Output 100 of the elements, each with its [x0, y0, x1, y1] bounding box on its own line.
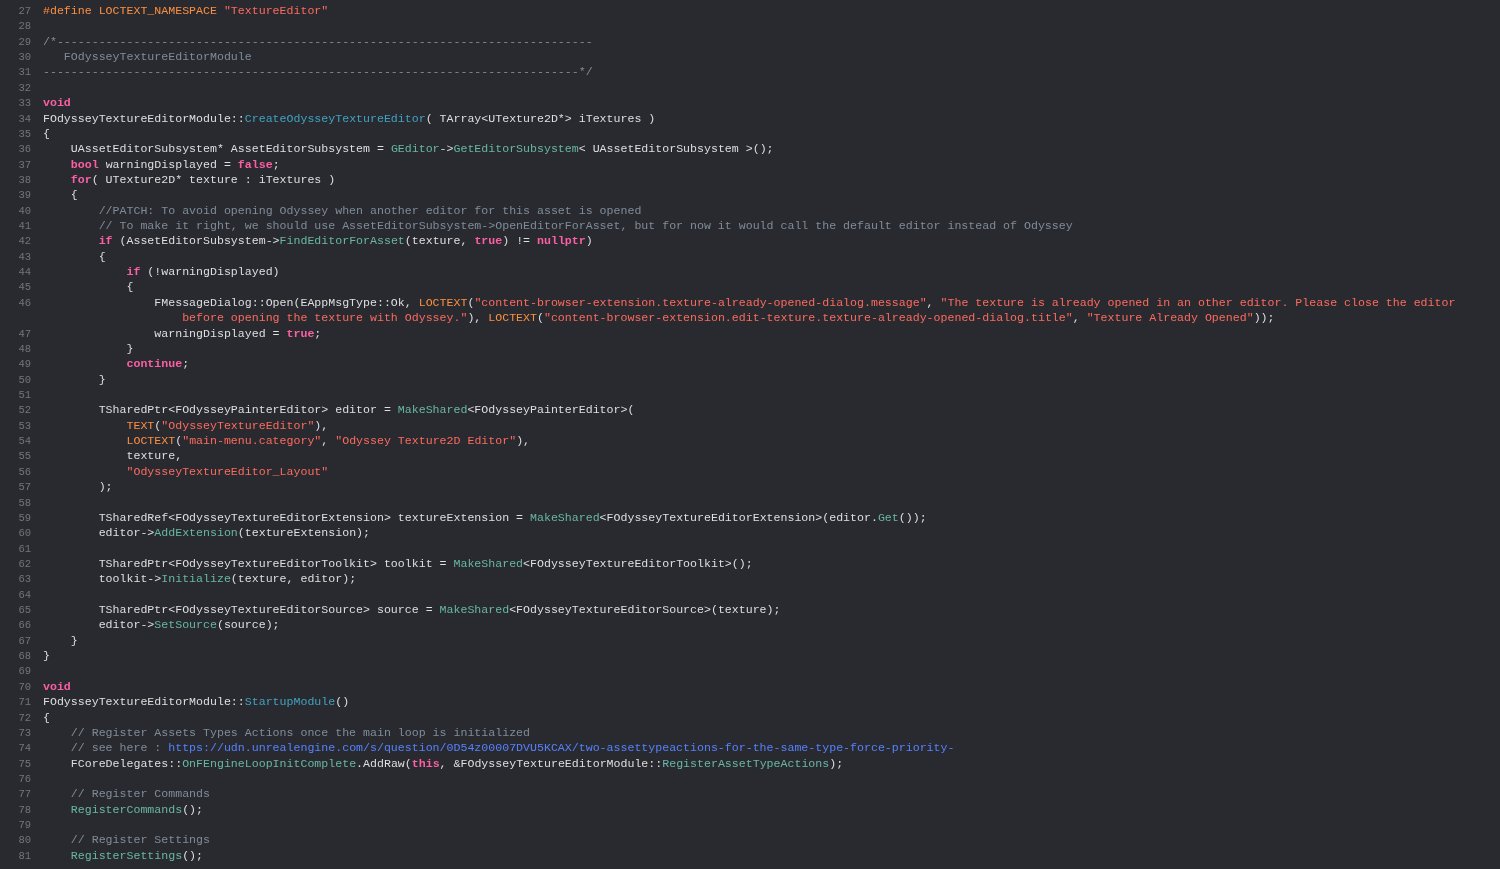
code-line: // see here : https://udn.unrealengine.com/s/question/0D54z00007DVU5KCAX/two-assettypeactions-for-the-same-type-force-priority- [69, 740, 955, 756]
line-number: 42 [18, 235, 31, 248]
code-line: { [125, 279, 134, 295]
code-line: // Register Commands [69, 786, 210, 802]
code-line: /*----------------------------------------------------------------------------- [43, 33, 593, 50]
line-number: 49 [18, 358, 31, 371]
line-number: 67 [18, 634, 31, 647]
code-line: ); [97, 479, 113, 495]
line-number: 47 [18, 327, 31, 340]
code-line: toolkit->Initialize(texture, editor); [97, 571, 357, 587]
code-line: } [125, 340, 134, 357]
line-number: 55 [18, 450, 31, 463]
line-number: 65 [18, 604, 31, 616]
code-line: TSharedPtr<FOdysseyPainterEditor> editor = MakeShared<FOdysseyPainterEditor>( [97, 402, 635, 418]
line-number: 63 [18, 573, 31, 586]
code-line: FCoreDelegates::OnFEngineLoopInitComplete.AddRaw(this, &FOdysseyTextureEditorModule::RegisterAssetTypeActions); [69, 755, 844, 771]
line-number: 73 [18, 726, 31, 739]
code-line: { [43, 709, 50, 725]
line-number: 77 [18, 788, 31, 801]
line-number: 44 [18, 266, 31, 279]
code-line: -----------------------------------------------------------------------------*/ [43, 64, 593, 80]
code-line: editor->SetSource(source); [97, 617, 280, 633]
line-number: 51 [18, 389, 31, 401]
line-number: 45 [18, 281, 31, 294]
line-number: 79 [18, 819, 31, 832]
line-number: 58 [18, 496, 31, 509]
line-number: 28 [18, 20, 31, 33]
code-line: continue; [125, 356, 190, 372]
line-number: 80 [18, 834, 31, 847]
code-line: void [43, 678, 71, 695]
line-number: 57 [18, 481, 31, 494]
line-number: 75 [18, 757, 31, 770]
code-line: FMessageDialog::Open(EAppMsgType::Ok, LOCTEXT("content-browser-extension.texture-already-opened-dialog.message", "The texture is already opened in an other editor. Please close the editor [153, 294, 1456, 311]
code-line: if (!warningDisplayed) [125, 264, 280, 280]
line-number: 37 [18, 158, 31, 171]
line-number: 61 [18, 542, 31, 555]
code-line: } [97, 371, 106, 387]
line-number: 46 [18, 296, 31, 309]
line-number: 35 [18, 127, 31, 140]
code-line: bool warningDisplayed = false; [69, 156, 280, 172]
line-number: 74 [18, 742, 31, 755]
line-number: 32 [18, 81, 31, 94]
code-line: // Register Assets Types Actions once the main loop is initialized [69, 724, 531, 741]
line-number: 34 [18, 112, 31, 125]
line-number: 54 [18, 435, 31, 448]
code-line: "OdysseyTextureEditor_Layout" [125, 463, 329, 480]
line-number: 56 [18, 465, 31, 478]
line-number: 70 [18, 680, 31, 693]
line-number: 39 [18, 189, 31, 202]
code-line: } [43, 648, 50, 664]
code-line: // To make it right, we should use AssetEditorSubsystem->OpenEditorForAsset, but for now it would call the default editor instead of Odyssey [97, 218, 1073, 234]
line-number: 64 [18, 588, 31, 601]
code-line: TSharedPtr<FOdysseyTextureEditorSource> source = MakeShared<FOdysseyTextureEditorSource>(texture); [97, 602, 781, 618]
code-line: void [43, 95, 71, 111]
line-number: 29 [18, 35, 31, 48]
code-line: TSharedPtr<FOdysseyTextureEditorToolkit> toolkit = MakeShared<FOdysseyTextureEditorToolkit>(); [97, 555, 753, 572]
code-line: FOdysseyTextureEditorModule [62, 49, 252, 65]
line-number: 40 [18, 204, 31, 217]
line-number: 76 [18, 772, 31, 785]
code-line: LOCTEXT("main-menu.category", "Odyssey Texture2D Editor"), [125, 433, 531, 449]
code-line: texture, [125, 448, 183, 464]
line-number: 41 [18, 220, 31, 233]
code-line: warningDisplayed = true; [153, 325, 322, 341]
code-line: RegisterCommands(); [69, 801, 204, 818]
code-line: TEXT("OdysseyTextureEditor"), [125, 417, 329, 434]
code-line: //PATCH: To avoid opening Odyssey when another editor for this asset is opened [97, 202, 642, 219]
line-number: 30 [18, 51, 31, 64]
line-number: 31 [18, 66, 31, 79]
line-number: 38 [18, 173, 31, 186]
line-number: 60 [18, 527, 31, 540]
code-line: { [97, 248, 106, 265]
code-line: // Register Settings [69, 832, 210, 848]
line-number: 53 [18, 419, 31, 432]
line-number: 72 [18, 711, 31, 724]
line-number: 71 [18, 696, 31, 709]
code-line: #define LOCTEXT_NAMESPACE "TextureEditor" [43, 3, 329, 19]
code-line: } [69, 632, 78, 649]
code-line: { [69, 187, 78, 203]
code-line: editor->AddExtension(textureExtension); [97, 525, 371, 541]
code-line: before opening the texture with Odyssey."), LOCTEXT("content-browser-extension.edit-texture.texture-already-opened-dialog.title", "Texture Already Opened")); [181, 310, 1275, 326]
line-number: 69 [18, 665, 31, 678]
code-line: UAssetEditorSubsystem* AssetEditorSubsystem = GEditor->GetEditorSubsystem< UAssetEditorSubsystem >(); [69, 141, 774, 157]
line-number: 27 [18, 5, 31, 17]
line-number: 81 [18, 849, 31, 862]
code-line: RegisterSettings(); [69, 847, 204, 864]
line-number: 59 [18, 511, 31, 524]
code-line: FOdysseyTextureEditorModule::StartupModule() [43, 694, 350, 710]
line-number: 36 [18, 143, 31, 156]
code-line: FOdysseyTextureEditorModule::CreateOdysseyTextureEditor( TArray<UTexture2D*> iTextures ) [43, 110, 656, 126]
line-number: 78 [18, 803, 31, 816]
line-number: 43 [18, 250, 31, 263]
line-number: 68 [18, 650, 31, 663]
line-number: 33 [18, 97, 31, 110]
code-line: { [43, 125, 50, 142]
line-number: 52 [18, 404, 31, 417]
line-number: 50 [18, 373, 31, 386]
code-line: TSharedRef<FOdysseyTextureEditorExtension> textureExtension = MakeShared<FOdysseyTextureEditorExtension>(editor.Get()); [97, 509, 927, 526]
line-number: 62 [18, 557, 31, 570]
code-line: if (AssetEditorSubsystem->FindEditorForAsset(texture, true) != nullptr) [97, 233, 593, 249]
line-number: 48 [18, 342, 31, 355]
